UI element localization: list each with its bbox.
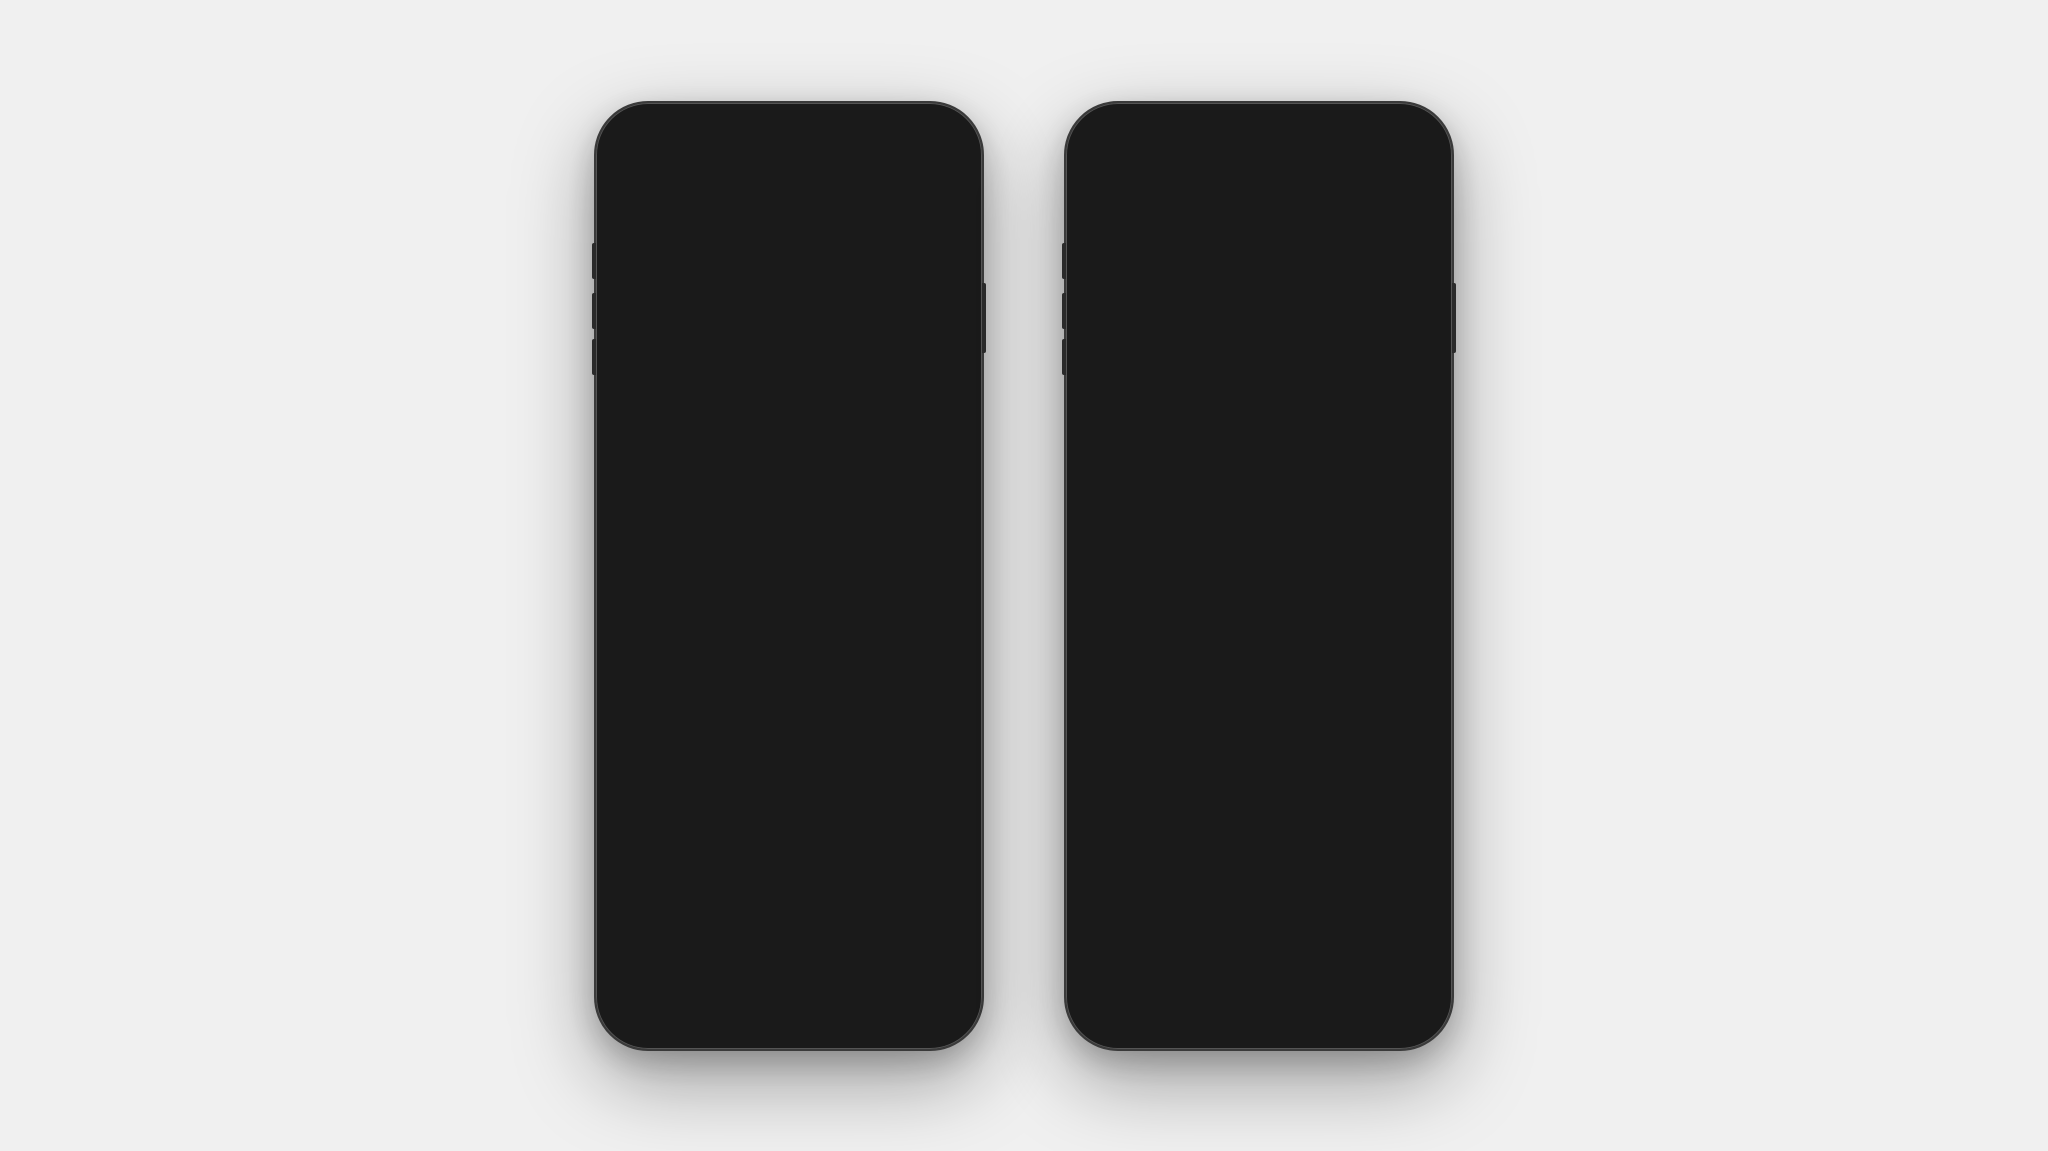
bottom-app-row-2: Mountain Climber bbox=[1074, 594, 1444, 662]
events-title: Events bbox=[620, 442, 686, 465]
back-button-2[interactable]: ‹ Apps bbox=[1090, 167, 1139, 190]
app-header-1: Mountain Climber Start the Ascent OPEN bbox=[604, 200, 974, 328]
nav-bar-2[interactable]: ‹ Apps bbox=[1074, 159, 1444, 200]
app-info-1: Mountain Climber Start the Ascent OPEN bbox=[736, 212, 958, 308]
nav-back-label-1: Apps bbox=[631, 168, 670, 188]
phone-screen-2: 9:41 ‹ Apps bbox=[1074, 111, 1444, 1041]
ratings-section-1: 41K RATINGS 4.7 ★ ★ ★ ★ ★ AWARDS ✦ Edito… bbox=[620, 329, 958, 425]
event-detail-image: CHALLENGE June Leaderboard Climb Earn th… bbox=[1086, 250, 1432, 590]
app-name-1: Mountain Climber bbox=[736, 216, 958, 242]
rating-item-age: AGE RATING 9+ Years bbox=[790, 341, 875, 413]
bottom-app-icon-2 bbox=[1090, 606, 1134, 650]
notify-me-button[interactable]: 🔔 Notify Me bbox=[1102, 401, 1226, 439]
event-detail-card[interactable]: HAPPENING NOW ✕ CHALLENGE bbox=[1086, 250, 1432, 590]
rating-item-awards: AWARDS ✦ Editors' Choice Health bbox=[705, 341, 790, 413]
see-all-link[interactable]: T bbox=[949, 445, 958, 462]
phone-screen-1: 9:41 ‹ Apps bbox=[604, 111, 974, 1041]
event-name-1: June Leaderboard Climb bbox=[634, 674, 944, 695]
status-time-2: 9:41 bbox=[1098, 131, 1128, 148]
bottom-open-button-1[interactable]: OPEN bbox=[877, 754, 958, 785]
wifi-icon-1 bbox=[904, 132, 920, 147]
app-icon-1 bbox=[620, 212, 720, 312]
phone-2: 9:41 ‹ Apps bbox=[1064, 101, 1454, 1051]
chevron-left-icon-2: ‹ bbox=[1090, 167, 1097, 190]
event-type-1: CHALLENGE bbox=[634, 660, 944, 671]
bottom-app-row-1: Mountain Climber Start the Ascent OPEN bbox=[604, 736, 974, 804]
status-icons-2 bbox=[1352, 132, 1421, 147]
status-icons-1 bbox=[882, 132, 951, 147]
rating-item-charts: CHARTS #3 Health & F bbox=[874, 341, 958, 413]
status-time-1: 9:41 bbox=[628, 131, 658, 148]
event-card-1[interactable]: 🔔 CHALLENGE June Leaderboard Climb Ascen… bbox=[620, 498, 958, 728]
signal-icon-2 bbox=[1352, 134, 1369, 146]
nav-bar-1[interactable]: ‹ Apps bbox=[604, 159, 974, 200]
close-button[interactable]: ✕ bbox=[1390, 264, 1418, 292]
event-desc-1: Ascend the most miles and earn a unique … bbox=[634, 699, 944, 714]
notch-2 bbox=[1184, 111, 1334, 143]
bottom-app-icon-1 bbox=[620, 748, 664, 792]
back-button-1[interactable]: ‹ Apps bbox=[620, 167, 669, 190]
events-header: Events T bbox=[620, 442, 958, 465]
battery-icon-2 bbox=[1396, 134, 1420, 146]
events-section-1: Events T HAPPENING NOW bbox=[604, 426, 974, 736]
notch-1 bbox=[714, 111, 864, 143]
nav-back-label-2: Apps bbox=[1101, 168, 1140, 188]
app-subtitle-1: Start the Ascent bbox=[736, 244, 958, 260]
happening-now-badge: HAPPENING NOW bbox=[1100, 264, 1231, 288]
battery-icon-1 bbox=[926, 134, 950, 146]
blurred-app-header: Mountain Climber bbox=[1074, 200, 1444, 250]
bell-button-1[interactable]: 🔔 bbox=[914, 508, 948, 542]
happening-now-label-1: HAPPENING NOW bbox=[620, 475, 958, 490]
event-overlay-1: CHALLENGE June Leaderboard Climb Ascend … bbox=[620, 648, 958, 728]
editors-choice-icon: ✦ bbox=[739, 359, 754, 380]
star-rating: ★ ★ ★ ★ ★ bbox=[633, 391, 691, 405]
share-button-1[interactable] bbox=[936, 212, 958, 244]
open-button-1[interactable]: OPEN bbox=[736, 274, 837, 308]
phone-1: 9:41 ‹ Apps bbox=[594, 101, 984, 1051]
signal-icon-1 bbox=[882, 134, 899, 146]
rating-item-score: 41K RATINGS 4.7 ★ ★ ★ ★ ★ bbox=[620, 341, 705, 413]
chevron-left-icon-1: ‹ bbox=[620, 167, 627, 190]
wifi-icon-2 bbox=[1374, 132, 1390, 147]
bottom-app-info-1: Mountain Climber Start the Ascent bbox=[676, 755, 794, 785]
blurred-app-name: Mountain Climber bbox=[1090, 208, 1428, 234]
event-detail-desc: Earn the Top of the Mountain trophy for … bbox=[1102, 322, 1416, 385]
bottom-app-info-2: Mountain Climber bbox=[1146, 620, 1264, 636]
